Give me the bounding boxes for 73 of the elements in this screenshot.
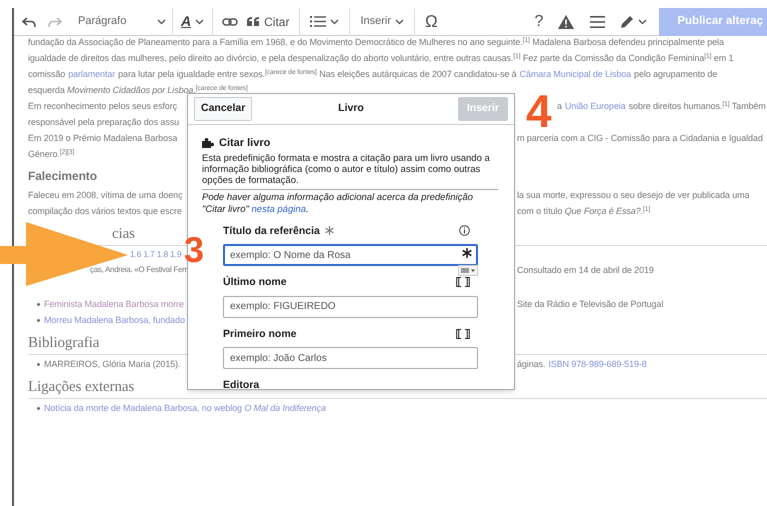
section-heading: Bibliografia	[28, 334, 100, 352]
chevron-down-icon	[157, 18, 166, 25]
template-name: Citar livro	[219, 136, 270, 151]
chevron-down-icon	[638, 18, 648, 25]
article-text: Faleceu em 2008, vítima de uma doenç	[28, 189, 182, 202]
article-text: Em reconhecimento pelos seus esforç	[28, 100, 178, 113]
text-style-dropdown[interactable]: A	[173, 8, 214, 36]
text-input-field[interactable]: exemplo: O Nome da Rosa	[223, 244, 478, 266]
chevron-down-icon	[395, 18, 404, 25]
field-label: Último nome	[223, 275, 287, 289]
article-text: áginas.	[517, 358, 546, 371]
article-text: sobre direitos humanos.$^{[1]}$ Também	[628, 100, 766, 113]
article-link[interactable]: Morreu Madalena Barbosa, fundado	[44, 312, 185, 328]
step-number: 3	[184, 233, 204, 267]
article-text: com o título Que Força é Essa?.$^{[1]}$	[517, 204, 650, 218]
link-icon[interactable]	[222, 16, 238, 26]
article-text: igualdade de direitos das mulheres, pelo direito ao divórcio, e pela despenalização do aborto voluntário, entre outras causas.$^{[1]}$ Fez parte da Comissão da Condição Feminina$^{[1]}$ em 1	[28, 52, 734, 65]
warning-icon[interactable]	[558, 14, 574, 28]
wikilink-brackets-icon	[456, 277, 470, 287]
special-character-button[interactable]: Ω	[415, 8, 448, 36]
field-label: Primeiro nome	[223, 326, 297, 340]
template-description: Esta predefinição formata e mostra a citação para um livro usando a informação bibliográfica (como o autor e título) assim como outras opções de formatação.	[202, 152, 498, 190]
field-label: Editora	[223, 378, 260, 389]
article-text: responsável pela preparação dos assu	[28, 116, 179, 129]
cite-button[interactable]: Citar	[247, 8, 300, 36]
article-link[interactable]: Feminista Madalena Barbosa morre	[44, 296, 184, 312]
field-label: Título da referência	[223, 224, 320, 238]
template-note: Pode haver alguma informação adicional acerca da predefinição "Citar livro" nesta página.	[202, 192, 474, 216]
article-text: pelo agrupamento de	[634, 68, 718, 81]
list-icon	[310, 16, 326, 27]
article-text: a	[557, 100, 562, 113]
article-link[interactable]: Câmara Municipal de Lisboa	[520, 66, 632, 82]
section-heading: cias	[112, 225, 135, 243]
chevron-down-icon	[330, 18, 340, 25]
dialog-title: Livro	[338, 101, 364, 116]
wikilink-brackets-icon	[456, 328, 470, 338]
article-text: para lutar pela igualdade entre sexos.$^{[carece de fontes]}$ Nas eleições autárquicas de 2007 candidatou-se à	[118, 68, 517, 81]
text-input-field[interactable]: exemplo: João Carlos	[223, 347, 478, 369]
article-text: Site da Rádio e Televisão de Portugal	[517, 298, 664, 311]
article-link[interactable]: Notícia da morte de Madalena Barbosa, no weblog O Mal da Indiferença	[44, 400, 326, 416]
paragraph-format-dropdown[interactable]: Parágrafo	[78, 8, 173, 36]
required-asterisk-icon	[462, 248, 472, 258]
article-text: esquerda Movimento Cidadãos por Lisboa.$^{[carece de fontes]}$	[28, 84, 248, 97]
article-text: Género.$^{[2][3]}$	[28, 148, 74, 161]
article-text: fundação da Associação de Planeamento para a Família em 1968, e do Movimento Democrático de Mulheres no ano seguinte.$^{[1]}$ Madalena Barbosa defendeu principalmente pela	[28, 36, 724, 49]
insert-dropdown[interactable]: Inserir	[350, 8, 416, 36]
article-text: Em 2019 o Prémio Madalena Barbosa	[28, 132, 178, 145]
info-icon	[459, 225, 470, 236]
article-link[interactable]: União Europeia	[564, 98, 626, 114]
article-link[interactable]: ISBN 978-989-689-519-8	[548, 356, 647, 372]
required-asterisk-icon	[324, 226, 334, 235]
section-heading: Ligações externas	[28, 378, 134, 396]
article-text: Consultado em 14 de abril de 2019	[517, 264, 654, 277]
pencil-icon	[620, 14, 634, 28]
chevron-down-icon	[195, 18, 204, 25]
puzzle-piece-icon	[202, 138, 214, 148]
text-input-field[interactable]: exemplo: FIGUEIREDO	[223, 296, 478, 318]
section-heading: Falecimento	[28, 168, 97, 184]
quote-icon	[247, 17, 260, 26]
help-button[interactable]: ?	[526, 8, 552, 36]
documentation-link[interactable]: nesta página	[252, 204, 306, 214]
article-link[interactable]: parlamentar	[68, 66, 116, 82]
undo-icon[interactable]	[22, 16, 36, 28]
article-text: comissão	[28, 68, 66, 81]
article-text: compilação dos vários textos que escre	[28, 205, 182, 218]
cancel-button[interactable]: Cancelar	[194, 97, 252, 121]
article-text: MARREIROS, Glória Maria (2015).	[44, 358, 180, 371]
keyboard-dropdown-icon[interactable]	[458, 264, 478, 276]
article-link[interactable]: 1.6 1.7 1.8 1.9	[130, 246, 182, 262]
article-text: m parceria com a CIG - Comissão para a Cidadania e Igualdad	[517, 132, 763, 145]
step-number: 4	[526, 88, 552, 134]
menu-icon[interactable]	[590, 16, 606, 28]
article-text: la sua morte, expressou o seu desejo de ver publicada uma	[517, 189, 750, 202]
